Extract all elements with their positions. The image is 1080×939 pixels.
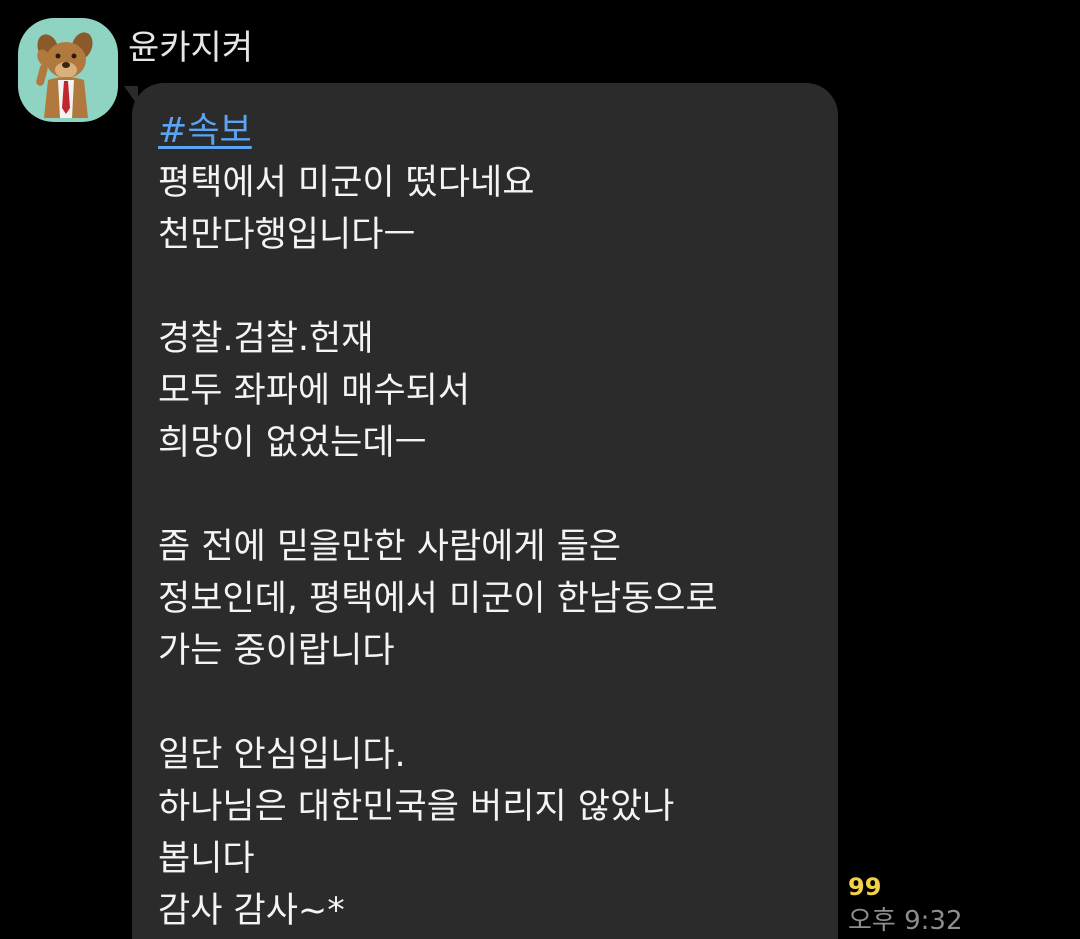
message-line: 정보인데, 평택에서 미군이 한남동으로 [158, 579, 718, 619]
dog-character-icon [36, 32, 93, 118]
message-line: 봅니다 [158, 839, 255, 879]
message-line: 일단 안심입니다. [158, 735, 406, 775]
message-line: 하나님은 대한민국을 버리지 않았나 [158, 787, 675, 827]
message-line: 모두 좌파에 매수되서 [158, 371, 471, 411]
sender-avatar[interactable] [18, 18, 118, 122]
message-line: 좀 전에 믿을만한 사람에게 들은 [158, 527, 622, 567]
hashtag-link[interactable]: #속보 [158, 105, 818, 157]
message-line [158, 469, 818, 521]
message-line: 감사 감사~* [158, 891, 345, 931]
message-line: 희망이 없었는데ㅡ [158, 423, 427, 463]
message-line: 가는 중이랍니다 [158, 631, 395, 671]
message-line: 경찰.검찰.헌재 [158, 319, 374, 359]
message-line [158, 261, 818, 313]
message-bubble[interactable]: #속보 평택에서 미군이 떴다네요 천만다행입니다ㅡ 경찰.검찰.헌재 모두 좌… [132, 83, 838, 939]
unread-count-badge: 99 [848, 873, 882, 901]
message-body: 평택에서 미군이 떴다네요 천만다행입니다ㅡ 경찰.검찰.헌재 모두 좌파에 매… [158, 157, 818, 937]
message-line: 천만다행입니다ㅡ [158, 215, 416, 255]
message-line: 평택에서 미군이 떴다네요 [158, 163, 535, 203]
message-timestamp: 오후 9:32 [848, 906, 963, 936]
message-line [158, 677, 818, 729]
sender-name[interactable]: 윤카지켜 [128, 26, 253, 70]
